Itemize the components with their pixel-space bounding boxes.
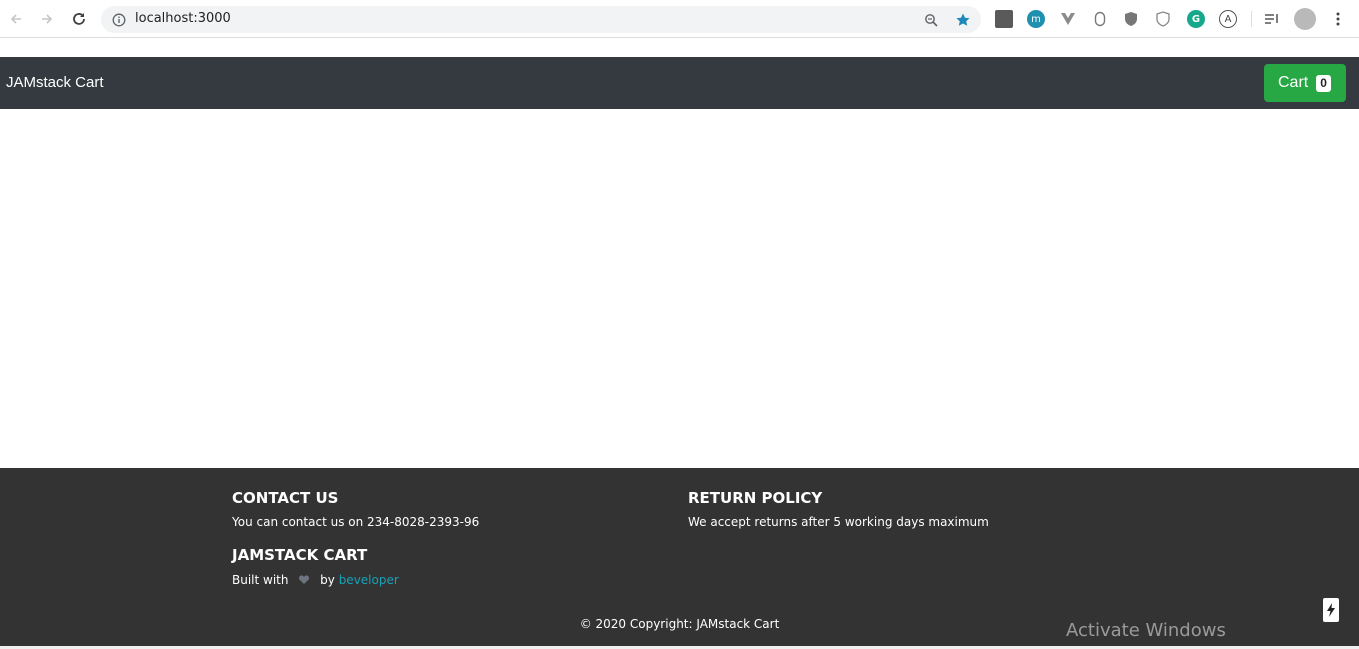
reading-list-icon[interactable] bbox=[1263, 10, 1281, 28]
return-policy-text: We accept returns after 5 working days m… bbox=[688, 515, 989, 529]
extension-m-icon[interactable]: m bbox=[1027, 10, 1045, 28]
lightning-icon[interactable] bbox=[1323, 598, 1339, 622]
toolbar-divider bbox=[1251, 11, 1252, 27]
menu-kebab-icon[interactable] bbox=[1329, 10, 1347, 28]
info-icon[interactable] bbox=[110, 11, 128, 29]
extension-a-icon[interactable]: A bbox=[1219, 10, 1237, 28]
contact-heading: CONTACT US bbox=[232, 489, 339, 507]
zoom-icon[interactable] bbox=[922, 11, 940, 29]
address-bar[interactable]: localhost:3000 bbox=[101, 6, 981, 33]
site-footer: CONTACT US You can contact us on 234-802… bbox=[0, 468, 1359, 646]
brand-heading: JAMSTACK CART bbox=[232, 546, 368, 564]
return-policy-heading: RETURN POLICY bbox=[688, 489, 823, 507]
app-navbar: JAMstack Cart bbox=[0, 57, 1359, 109]
cart-count-badge: 0 bbox=[1316, 74, 1331, 92]
brand-link[interactable]: JAMstack Cart bbox=[6, 74, 104, 91]
extension-grammarly-icon[interactable]: G bbox=[1187, 10, 1205, 28]
reload-icon[interactable] bbox=[67, 7, 91, 31]
extension-vue-icon[interactable] bbox=[1059, 10, 1077, 28]
extension-shield-outline-icon[interactable] bbox=[1154, 10, 1172, 28]
forward-icon[interactable] bbox=[35, 7, 59, 31]
main-content bbox=[0, 109, 1359, 468]
extension-badge-icon[interactable] bbox=[1122, 10, 1140, 28]
by-text: by bbox=[320, 573, 335, 587]
cart-label: Cart bbox=[1278, 74, 1309, 91]
contact-text: You can contact us on 234-8028-2393-96 bbox=[232, 515, 480, 529]
built-with-text: Built with bbox=[232, 573, 289, 587]
url-text: localhost:3000 bbox=[135, 11, 231, 26]
author-link[interactable]: beveloper bbox=[339, 573, 399, 587]
back-icon[interactable] bbox=[4, 7, 28, 31]
built-with-line: Built with by beveloper bbox=[232, 573, 399, 588]
cart-button[interactable]: Cart 0 bbox=[1264, 64, 1346, 102]
profile-avatar[interactable] bbox=[1294, 8, 1316, 30]
extension-shield-icon[interactable] bbox=[1091, 10, 1109, 28]
extension-screenshot-icon[interactable] bbox=[995, 10, 1013, 28]
activate-windows-watermark: Activate Windows bbox=[1066, 620, 1226, 641]
browser-toolbar: localhost:3000 m G A bbox=[0, 0, 1359, 38]
bookmark-star-icon[interactable] bbox=[954, 11, 972, 29]
heart-icon bbox=[298, 574, 310, 588]
